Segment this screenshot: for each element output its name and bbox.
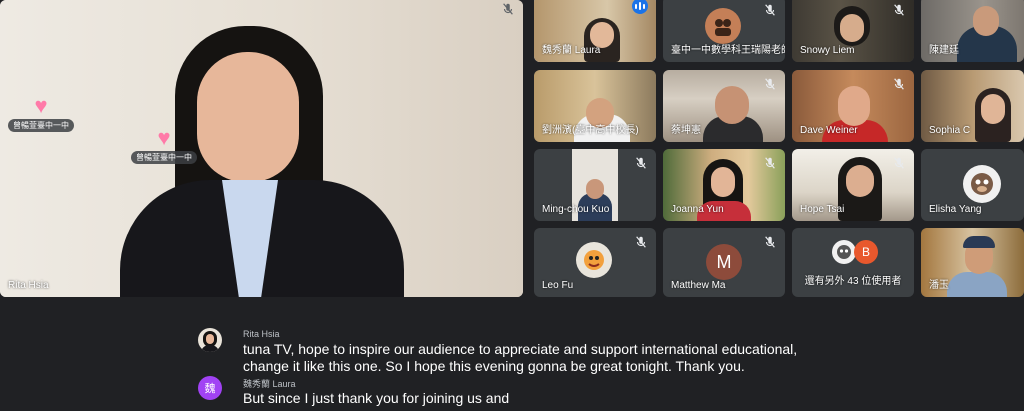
caption-text: tuna TV, hope to inspire our audience to… <box>243 341 798 374</box>
reaction-sender-label: 曾暢萱臺中一中 <box>131 151 197 164</box>
participant-name: 劉洲濱(臺中高中校長) <box>542 125 639 136</box>
mic-off-icon <box>763 156 777 170</box>
participant-avatar: B <box>854 240 878 264</box>
participant-tile-chen[interactable]: 陳建廷 <box>921 0 1024 62</box>
participant-avatar: M <box>706 244 742 280</box>
participant-name: Leo Fu <box>542 280 574 291</box>
mic-off-icon <box>634 156 648 170</box>
participant-tile-liu[interactable]: 劉洲濱(臺中高中校長) <box>534 70 656 142</box>
participant-tile-snowy[interactable]: Snowy Liem <box>792 0 914 62</box>
person-face <box>586 179 604 199</box>
reaction-sender-label: 曾暢萱臺中一中 <box>8 119 74 132</box>
caption-speaker-name: 魏秀蘭 Laura <box>243 379 296 389</box>
person-face <box>973 6 999 36</box>
main-speaker-mic-off-icon <box>501 2 515 16</box>
main-speaker-face <box>197 52 299 182</box>
heart-icon: ♥ <box>157 125 171 150</box>
participant-name: 潘玉 <box>929 280 949 291</box>
caption-speaker-name: Rita Hsia <box>243 329 280 339</box>
mic-off-icon <box>892 156 906 170</box>
participant-name: 魏秀蘭 Laura <box>542 45 601 56</box>
participant-name: Elisha Yang <box>929 204 982 215</box>
heart-reaction: ♥ 曾暢萱臺中一中 <box>8 95 74 132</box>
caption-text: But since I just thank you for joining u… <box>243 390 510 406</box>
participant-tile-dave[interactable]: Dave Weiner <box>792 70 914 142</box>
heart-reaction: ♥ 曾暢萱臺中一中 <box>131 127 197 164</box>
person-shape <box>947 272 1007 297</box>
more-participants-label: 還有另外 43 位使用者 <box>804 276 902 287</box>
mic-off-icon <box>763 77 777 91</box>
avatar-initial: 魏 <box>204 383 216 395</box>
more-participants-tile[interactable]: B 還有另外 43 位使用者 <box>792 228 914 297</box>
main-speaker-name: Rita Hsia <box>8 280 49 291</box>
main-speaker-tile[interactable]: ♥ 曾暢萱臺中一中 ♥ 曾暢萱臺中一中 Rita Hsia <box>0 0 523 297</box>
participant-avatar <box>832 240 856 264</box>
mic-off-icon <box>892 77 906 91</box>
participant-name: Ming-chou Kuo <box>542 204 610 215</box>
person-face <box>846 165 874 197</box>
participant-name: Snowy Liem <box>800 45 855 56</box>
person-face <box>840 14 864 42</box>
participant-tile-leo[interactable]: Leo Fu <box>534 228 656 297</box>
participant-tile-sophia[interactable]: Sophia C <box>921 70 1024 142</box>
participant-tile-wang[interactable]: 臺中一中數學科王瑞陽老師 <box>663 0 785 62</box>
participant-tile-laura[interactable]: 魏秀蘭 Laura <box>534 0 656 62</box>
participant-tile-pan[interactable]: 潘玉 <box>921 228 1024 297</box>
mic-off-icon <box>763 235 777 249</box>
heart-icon: ♥ <box>34 93 48 118</box>
person-cap <box>963 236 995 248</box>
participant-tile-joanna[interactable]: Joanna Yun <box>663 149 785 221</box>
participant-tile-matthew[interactable]: M Matthew Ma <box>663 228 785 297</box>
mic-off-icon <box>634 235 648 249</box>
participant-tile-elisha[interactable]: Elisha Yang <box>921 149 1024 221</box>
participant-name: Hope Tsai <box>800 204 845 215</box>
participant-name: 臺中一中數學科王瑞陽老師 <box>671 45 785 56</box>
avatar-initial: M <box>716 251 732 272</box>
mic-off-icon <box>763 3 777 17</box>
caption-speaker-avatar <box>198 328 222 352</box>
person-face <box>715 86 749 124</box>
participant-avatar <box>963 165 1001 203</box>
participant-name: 蔡坤憲 <box>671 125 701 136</box>
participant-name: Matthew Ma <box>671 280 726 291</box>
mic-off-icon <box>892 3 906 17</box>
person-face <box>981 94 1005 124</box>
participant-tile-tsai[interactable]: 蔡坤憲 <box>663 70 785 142</box>
participant-avatar <box>576 242 612 278</box>
participant-tile-ming[interactable]: Ming-chou Kuo <box>534 149 656 221</box>
person-face <box>838 86 870 126</box>
participant-name: Sophia C <box>929 125 971 136</box>
participant-name: 陳建廷 <box>929 45 959 56</box>
person-face <box>711 167 735 197</box>
caption-speaker-avatar: 魏 <box>198 376 222 400</box>
participant-name: Joanna Yun <box>671 204 724 215</box>
avatar-initial: B <box>861 245 870 259</box>
participant-avatar <box>705 8 741 44</box>
participant-name: Dave Weiner <box>800 125 858 136</box>
participant-tile-hope[interactable]: Hope Tsai <box>792 149 914 221</box>
